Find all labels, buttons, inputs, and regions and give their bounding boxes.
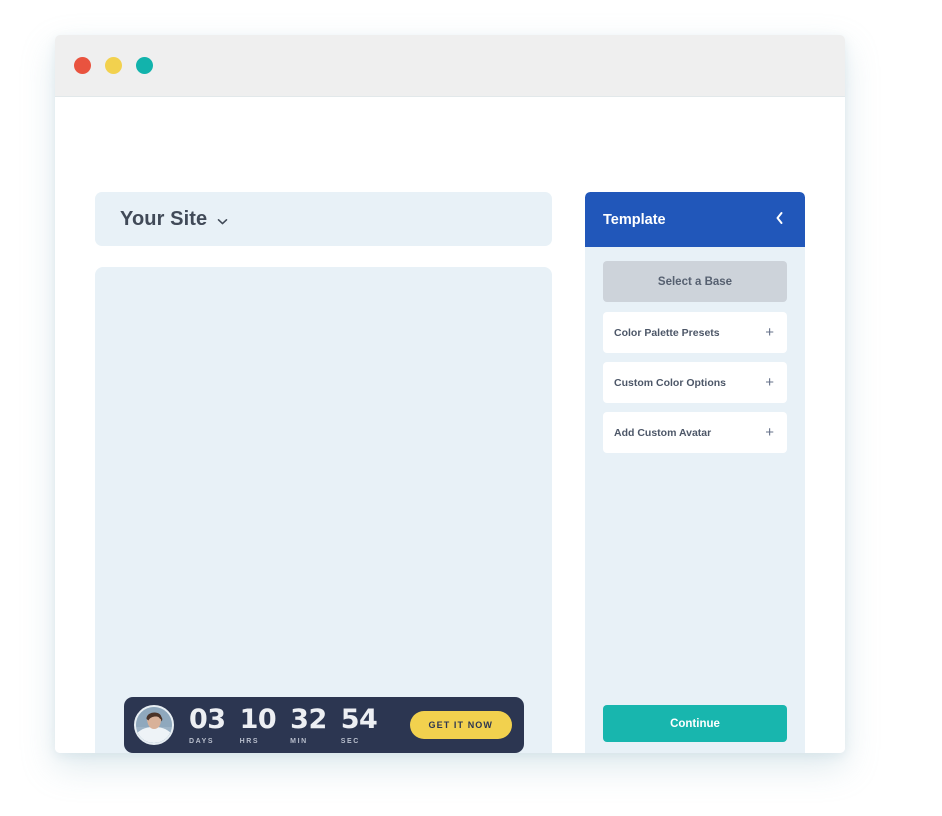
select-a-base-button[interactable]: Select a Base (603, 261, 787, 302)
browser-window: Your Site 03 DAYS 10 HRS 32 MIN 54 SEC G… (55, 35, 845, 753)
site-selector[interactable]: Your Site (95, 192, 552, 246)
user-portrait-avatar (134, 705, 174, 745)
maximize-window-button[interactable] (136, 57, 153, 74)
template-panel-content: Select a Base Color Palette Presets + Cu… (585, 247, 805, 753)
template-panel-header: Template (585, 192, 805, 247)
accordion-color-palette-presets[interactable]: Color Palette Presets + (603, 312, 787, 353)
countdown-unit-hours: 10 HRS (240, 706, 277, 745)
chevron-left-icon (774, 211, 785, 228)
accordion-add-custom-avatar[interactable]: Add Custom Avatar + (603, 412, 787, 453)
window-titlebar (55, 35, 845, 97)
countdown-unit-days: 03 DAYS (189, 706, 226, 745)
countdown-unit-seconds: 54 SEC (341, 706, 378, 745)
countdown-unit-minutes: 32 MIN (290, 706, 327, 745)
accordion-label: Add Custom Avatar (614, 426, 712, 439)
countdown-timer: 03 DAYS 10 HRS 32 MIN 54 SEC (189, 706, 378, 745)
plus-icon[interactable]: + (765, 375, 774, 390)
countdown-seconds-value: 54 (340, 703, 378, 735)
chevron-down-icon[interactable] (216, 215, 229, 228)
countdown-widget[interactable]: 03 DAYS 10 HRS 32 MIN 54 SEC GET IT NOW (124, 697, 524, 753)
accordion-label: Custom Color Options (614, 376, 726, 389)
close-window-button[interactable] (74, 57, 91, 74)
countdown-minutes-value: 32 (290, 703, 327, 735)
window-content: Your Site 03 DAYS 10 HRS 32 MIN 54 SEC G… (55, 97, 845, 753)
countdown-seconds-label: SEC (340, 737, 360, 745)
countdown-hours-label: HRS (239, 737, 260, 745)
panel-title: Template (603, 211, 666, 228)
accordion-custom-color-options[interactable]: Custom Color Options + (603, 362, 787, 403)
plus-icon[interactable]: + (765, 325, 774, 340)
minimize-window-button[interactable] (105, 57, 122, 74)
plus-icon[interactable]: + (765, 425, 774, 440)
countdown-days-value: 03 (189, 703, 226, 735)
get-it-now-button[interactable]: GET IT NOW (409, 711, 512, 739)
site-title: Your Site (120, 207, 208, 230)
continue-button[interactable]: Continue (603, 705, 787, 742)
collapse-panel-button[interactable] (772, 209, 787, 230)
template-panel: Template Select a Base Color Palette Pre… (585, 192, 805, 753)
traffic-light-controls (74, 57, 153, 74)
countdown-minutes-label: MIN (290, 737, 308, 745)
countdown-hours-value: 10 (239, 703, 277, 735)
panel-spacer (603, 462, 787, 705)
site-preview-canvas[interactable]: 03 DAYS 10 HRS 32 MIN 54 SEC GET IT NOW (95, 267, 552, 753)
countdown-days-label: DAYS (189, 737, 215, 745)
accordion-label: Color Palette Presets (614, 326, 720, 339)
